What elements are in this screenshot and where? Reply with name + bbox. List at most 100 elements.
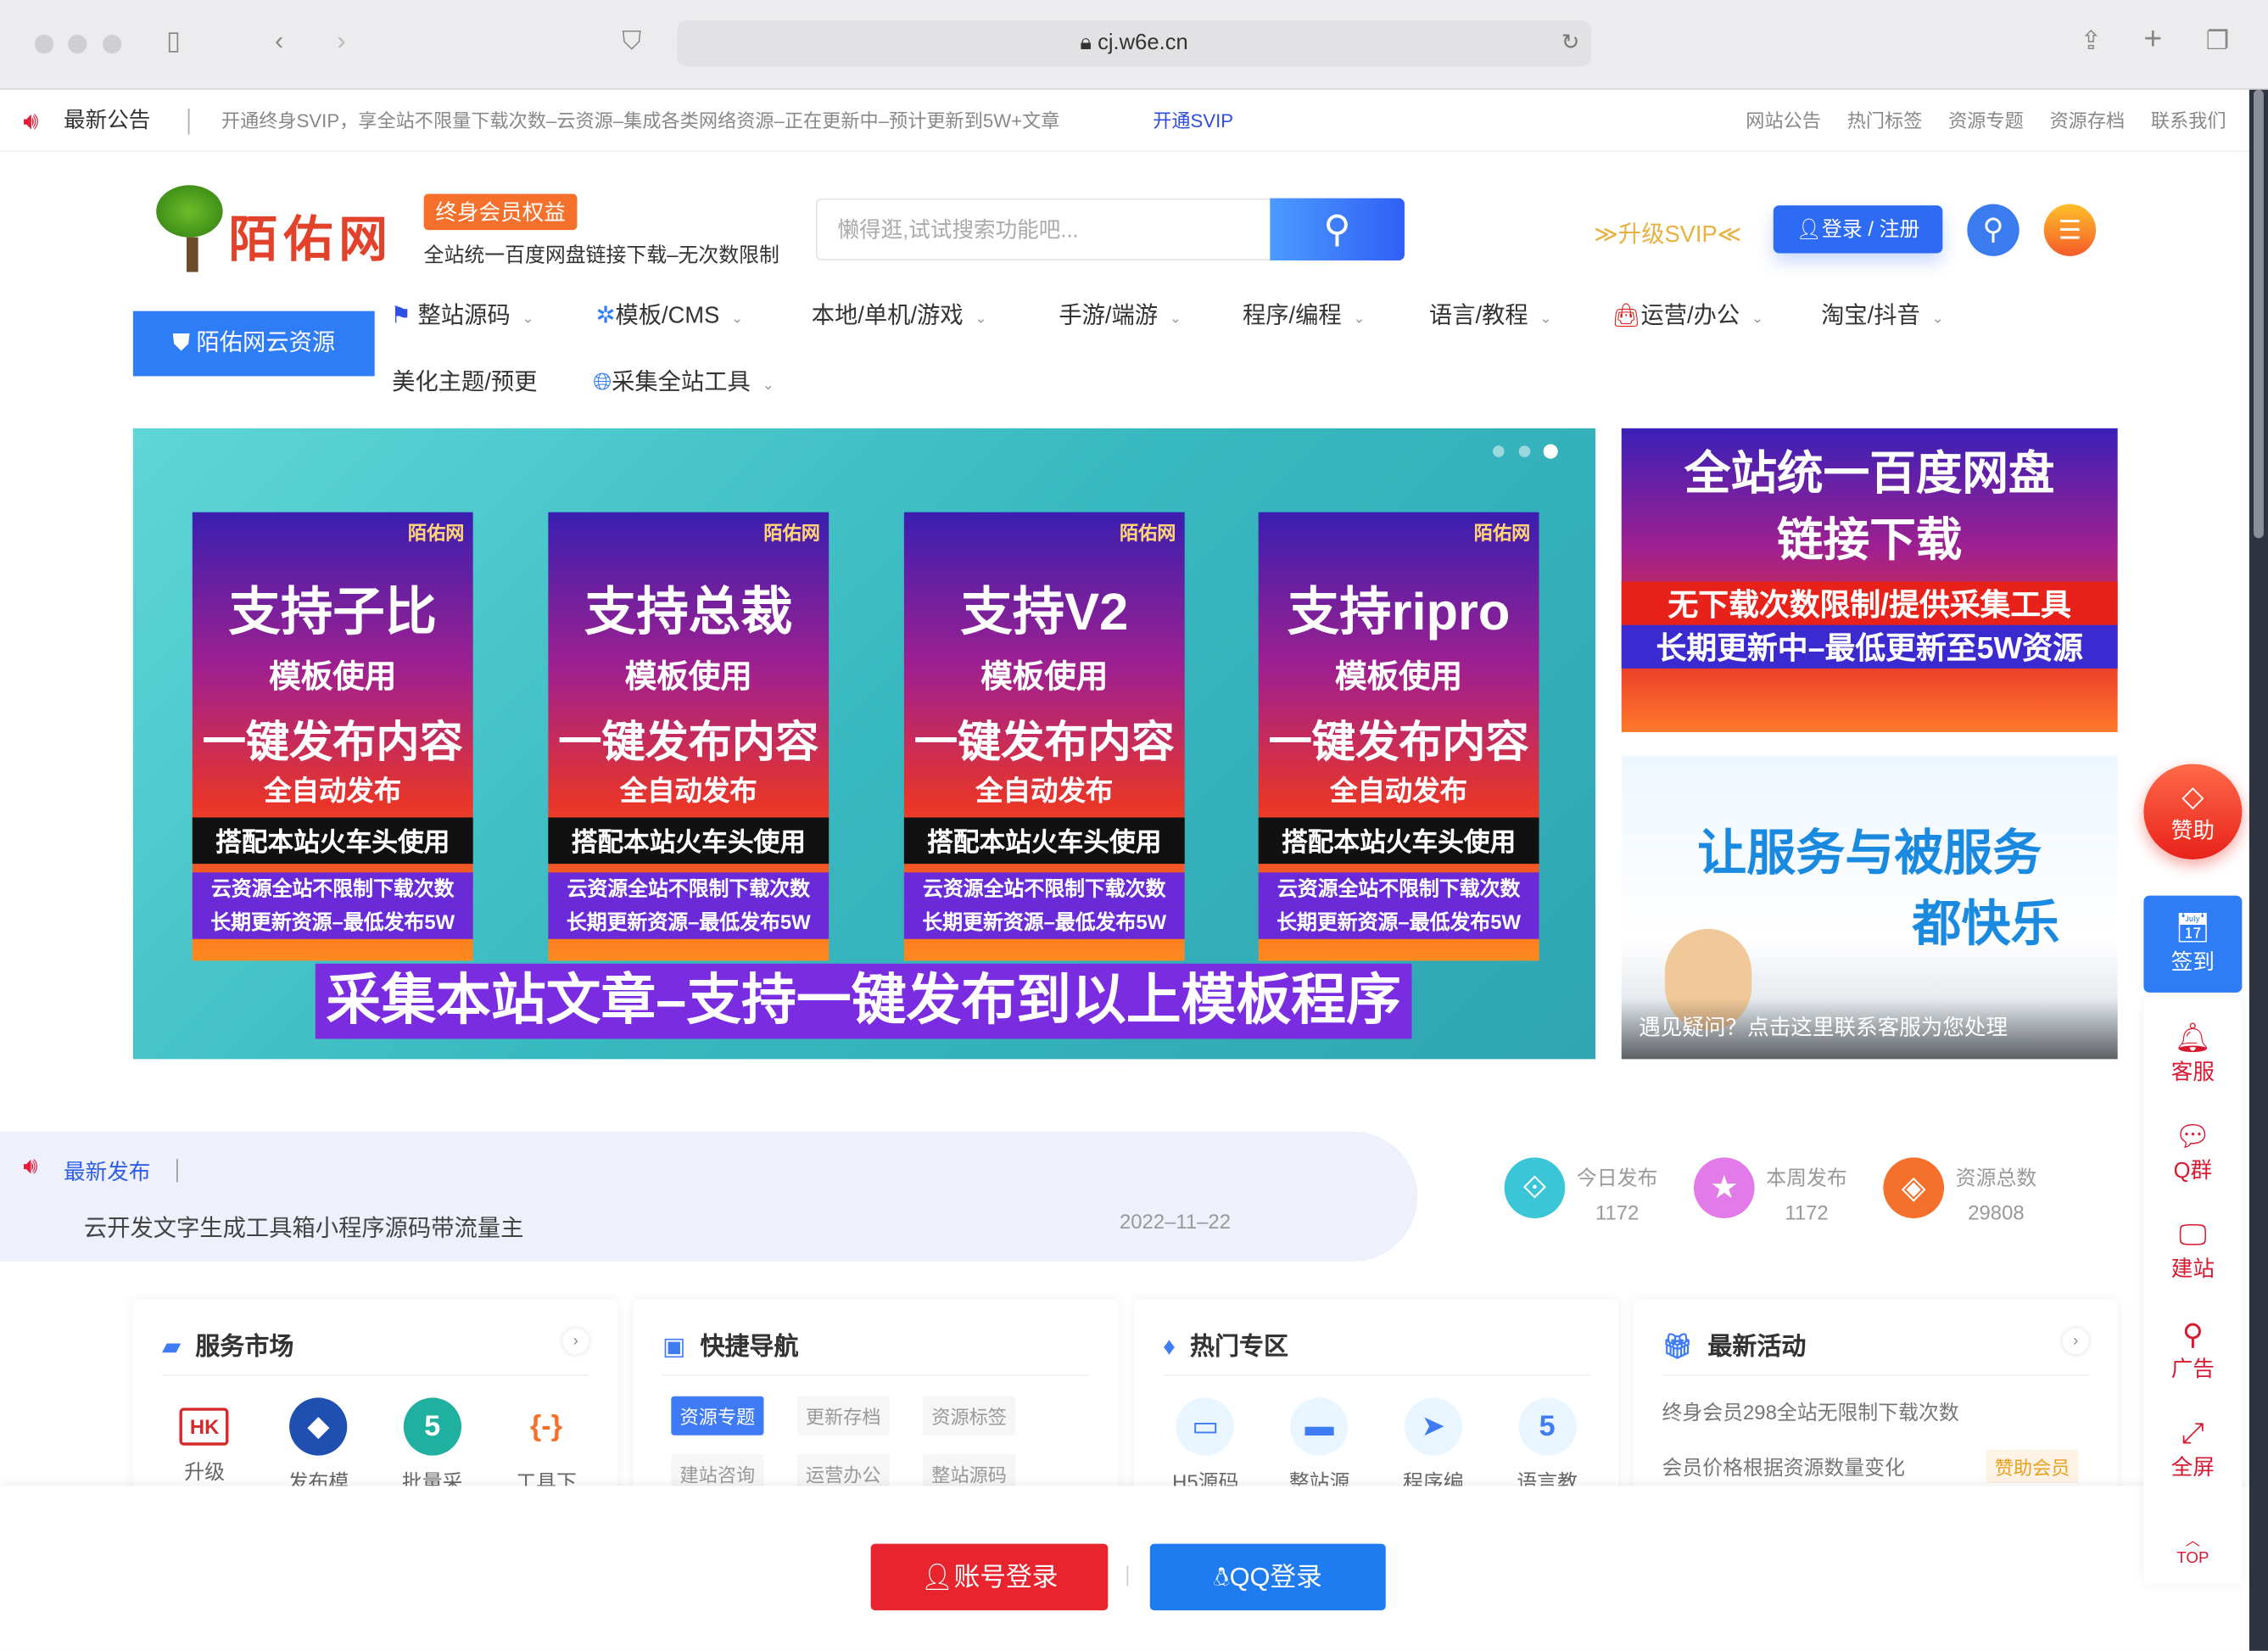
back-to-top-button[interactable]: ︿ TOP <box>2143 1528 2242 1567</box>
css3-icon: 5 <box>1518 1397 1577 1456</box>
service-item-upgrade[interactable]: HK 升级 <box>154 1397 254 1496</box>
qq-login-button[interactable]: 🐧︎QQ登录 <box>1149 1543 1386 1611</box>
link-contact[interactable]: 联系我们 <box>2151 110 2226 132</box>
sidebar-toggle-icon[interactable]: ▯ <box>166 26 181 57</box>
share-icon[interactable]: ⇪ <box>2080 26 2102 57</box>
close-window-button[interactable] <box>34 34 54 54</box>
bag-icon: 👜︎ <box>1611 304 1641 329</box>
lock-icon: 🔒︎ <box>1080 30 1092 55</box>
sponsor-member-badge[interactable]: 赞助会员 <box>1986 1449 2079 1484</box>
user-icon: 👤︎ <box>1796 216 1823 241</box>
carousel-dot[interactable] <box>1518 445 1531 457</box>
star-icon: ★ <box>1694 1157 1755 1218</box>
nav-item-programming[interactable]: 程序/编程 ⌄ <box>1243 295 1366 330</box>
html5-icon: 5 <box>403 1397 461 1456</box>
stat-label: 资源总数 <box>1955 1166 2037 1189</box>
quick-tag[interactable]: 资源标签 <box>923 1396 1016 1436</box>
poster-subtitle: 模板使用 <box>980 658 1109 695</box>
login-register-button[interactable]: 👤︎登录 / 注册 <box>1773 205 1943 254</box>
stat-label: 本周发布 <box>1766 1166 1847 1189</box>
customer-service-button[interactable]: 🔔︎ 客服 <box>2143 1020 2242 1086</box>
nav-item-local-games[interactable]: 本地/单机/游戏 ⌄ <box>812 295 987 330</box>
speaker-icon: 🔊︎ <box>23 107 39 135</box>
brackets-icon: {-} <box>530 1410 562 1443</box>
back-icon[interactable]: ‹ <box>275 26 283 57</box>
lifetime-member-badge[interactable]: 终身会员权益 <box>423 193 578 231</box>
menu-circle-button[interactable]: ☰ <box>2043 204 2097 256</box>
scrollbar[interactable] <box>2248 89 2268 1651</box>
nav-item-mobile-games[interactable]: 手游/端游 ⌄ <box>1059 295 1181 330</box>
account-login-button[interactable]: 👤︎账号登录 <box>870 1543 1109 1611</box>
service-item-publish[interactable]: ◆ 发布模 <box>268 1397 369 1496</box>
monitor-icon: ▬ <box>1290 1397 1349 1456</box>
nav-item-tutorials[interactable]: 语言/教程 ⌄ <box>1429 295 1552 330</box>
ad-baidu-download[interactable]: 全站统一百度网盘 链接下载 无下载次数限制/提供采集工具 长期更新中–最低更新至… <box>1621 428 2118 732</box>
nav-item-site-source[interactable]: ⚑ 整站源码 ⌄ <box>390 295 533 330</box>
more-button[interactable]: › <box>2063 1329 2089 1355</box>
build-site-button[interactable]: 🖵︎ 建站 <box>2143 1220 2242 1284</box>
poster-line: 长期更新资源–最低发布5W <box>192 905 473 939</box>
login-bar: 👤︎账号登录 🐧︎QQ登录 <box>0 1486 2249 1651</box>
poster-line: 一键发布内容 <box>558 719 819 767</box>
nav-item-taobao-douyin[interactable]: 淘宝/抖音 ⌄ <box>1821 295 1944 330</box>
latest-publish-panel: 🔊︎ 最新发布 云开发文字生成工具箱小程序源码带流量主 2022–11–22 <box>0 1131 1418 1262</box>
link-site-notice[interactable]: 网站公告 <box>1746 110 1821 132</box>
hot-item-language[interactable]: 5 语言教 <box>1496 1397 1597 1496</box>
flame-icon: ♦ <box>1163 1332 1176 1361</box>
reload-icon[interactable]: ↻ <box>1561 20 1579 67</box>
latest-activity-card: 🎁︎ 最新活动 › 终身会员298全站无限制下载次数 会员价格根据资源数量变化 赞助… <box>1633 1299 2118 1503</box>
layers-icon: ◈ <box>1883 1157 1945 1218</box>
nav-item-collector-tools[interactable]: 🌐︎采集全站工具 ⌄ <box>593 361 774 396</box>
poster-line: 长期更新资源–最低发布5W <box>1258 905 1539 939</box>
latest-article-link[interactable]: 云开发文字生成工具箱小程序源码带流量主 <box>84 1208 523 1243</box>
qq-group-button[interactable]: 💬︎ Q群 <box>2143 1118 2242 1184</box>
tabs-overview-icon[interactable]: ❐ <box>2206 26 2230 57</box>
site-logo[interactable]: 陌佑网 <box>228 199 393 271</box>
stat-today-value: 1172 <box>1595 1200 1640 1224</box>
ad-customer-service[interactable]: 让服务与被服务 都快乐 遇见疑问？点击这里联系客服为您处理 <box>1621 755 2118 1060</box>
stat-label: 今日发布 <box>1576 1166 1658 1189</box>
open-svip-link[interactable]: 开通SVIP <box>1153 90 1233 152</box>
more-button[interactable]: › <box>562 1329 589 1355</box>
maximize-window-button[interactable] <box>103 34 122 54</box>
advertise-button[interactable]: ⚲ 广告 <box>2143 1317 2242 1383</box>
shield-icon: ⛉ <box>622 25 642 55</box>
search-input[interactable]: 懒得逛,试试搜索功能吧... <box>815 198 1272 260</box>
ad-caption: 遇见疑问？点击这里联系客服为您处理 <box>1621 998 2118 1060</box>
search-button[interactable]: ⚲ <box>1270 198 1405 260</box>
hot-item-site[interactable]: ▬ 整站源 <box>1269 1397 1370 1496</box>
home-nav-button[interactable]: ⛊ 陌佑网云资源 <box>132 311 375 377</box>
minimize-window-button[interactable] <box>68 34 87 54</box>
quick-tag[interactable]: 更新存档 <box>796 1396 890 1436</box>
poster-line: 长期更新资源–最低发布5W <box>903 905 1185 939</box>
notice-text: 开通终身SVIP，享全站不限量下载次数–云资源–集成各类网络资源–正在更新中–预… <box>221 109 1060 132</box>
nav-item-themes[interactable]: 美化主题/预更 <box>392 361 537 396</box>
link-topics[interactable]: 资源专题 <box>1948 110 2024 132</box>
latest-label: 最新发布 <box>64 1160 151 1185</box>
upgrade-svip-button[interactable]: ≫升级SVIP≪ <box>1594 214 1741 249</box>
new-tab-icon[interactable]: + <box>2143 20 2162 58</box>
link-hot-tags[interactable]: 热门标签 <box>1847 110 1923 132</box>
banner-poster: 陌佑网 支持子比 模板使用 一键发布内容 全自动发布 搭配本站火车头使用 云资源… <box>192 512 473 961</box>
poster-title: 支持总裁 <box>584 581 793 641</box>
activity-line[interactable]: 会员价格根据资源数量变化 <box>1662 1452 1906 1481</box>
fullscreen-button[interactable]: ⤢ 全屏 <box>2143 1418 2242 1481</box>
service-item-tools[interactable]: {-} 工具下 <box>495 1397 596 1496</box>
address-bar[interactable]: 🔒︎ cj.w6e.cn ↻ <box>677 20 1591 67</box>
hot-item-h5[interactable]: ▭ H5源码 <box>1155 1397 1256 1496</box>
poster-line: 云资源全站不限制下载次数 <box>192 872 473 906</box>
link-archive[interactable]: 资源存档 <box>2049 110 2125 132</box>
forward-icon[interactable]: › <box>337 26 345 57</box>
activity-line[interactable]: 终身会员298全站无限制下载次数 <box>1662 1397 1959 1426</box>
quick-tag[interactable]: 资源专题 <box>671 1396 764 1436</box>
nav-item-operations[interactable]: 👜︎运营/办公 ⌄ <box>1612 295 1763 330</box>
nav-item-template-cms[interactable]: ✲模板/CMS ⌄ <box>596 295 744 330</box>
checkin-button[interactable]: 📅︎ 签到 <box>2143 895 2243 993</box>
banner-carousel[interactable]: 陌佑网 支持子比 模板使用 一键发布内容 全自动发布 搭配本站火车头使用 云资源… <box>132 428 1596 1060</box>
sponsor-button[interactable]: ◇ 赞助 <box>2143 764 2243 860</box>
search-circle-button[interactable]: ⚲ <box>1967 204 2019 256</box>
hot-item-program[interactable]: ➤ 程序编 <box>1383 1397 1483 1496</box>
carousel-dot-active[interactable] <box>1543 444 1558 459</box>
carousel-dot[interactable] <box>1492 445 1505 457</box>
service-item-batch[interactable]: 5 批量采 <box>382 1397 483 1496</box>
